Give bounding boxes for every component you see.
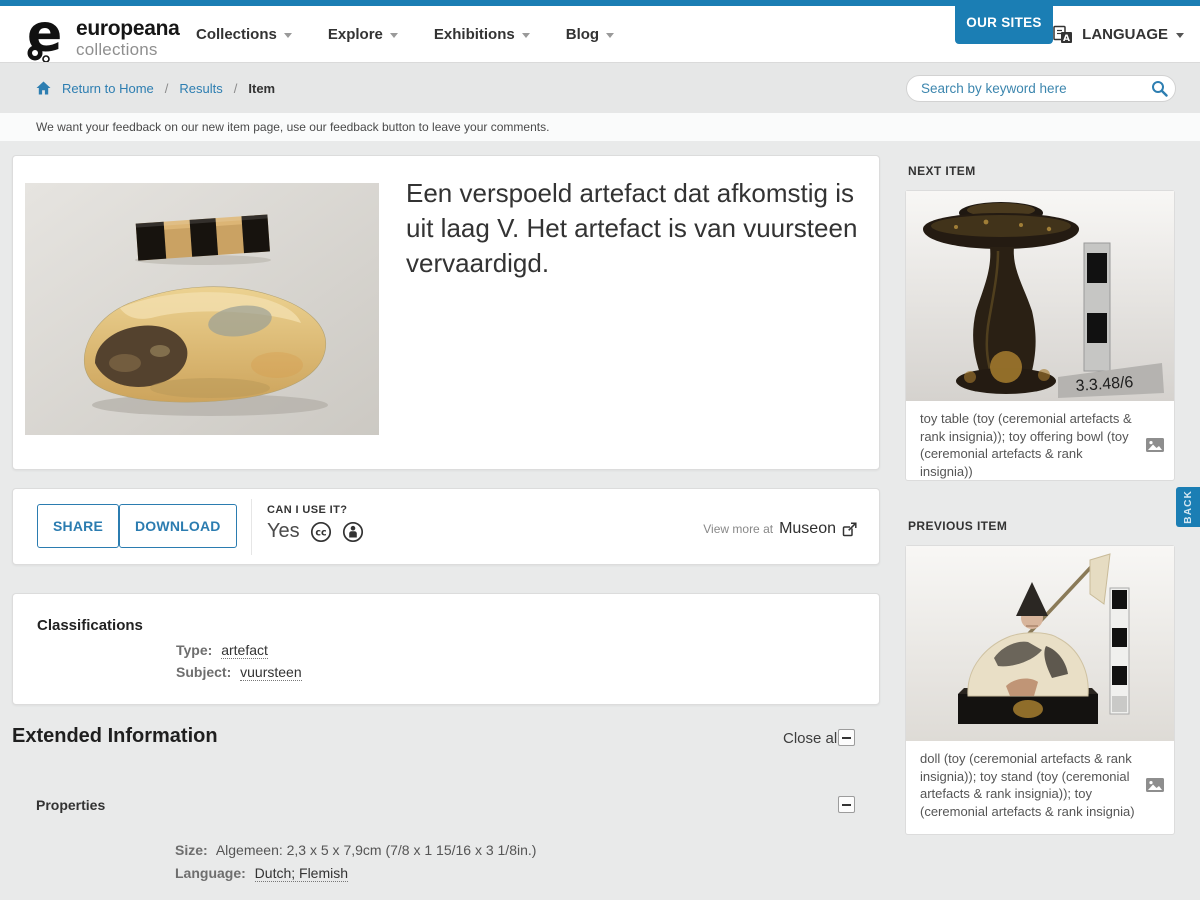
type-value-link[interactable]: artefact [221,642,268,659]
previous-item-card[interactable]: doll (toy (ceremonial artefacts & rank i… [905,545,1175,835]
our-sites-label: OUR SITES [966,15,1041,30]
breadcrumb-results-link[interactable]: Results [179,81,222,96]
provider-name: Museon [779,520,836,538]
item-card: Een verspoeld artefact dat afkomstig is … [12,155,880,470]
nav-exhibitions[interactable]: Exhibitions [434,26,530,43]
search-button[interactable] [1143,76,1175,101]
image-icon [1146,778,1164,792]
next-item-caption: toy table (toy (ceremonial artefacts & r… [920,410,1138,480]
classification-row-subject: Subject: vuursteen [176,661,302,683]
classifications-rows: Type: artefact Subject: vuursteen [176,639,302,683]
close-all-link[interactable]: Close all [783,730,841,747]
cc-license-icon[interactable]: cc [310,521,332,543]
nav-blog[interactable]: Blog [566,26,614,43]
nav-exhibitions-label: Exhibitions [434,26,515,43]
europeana-logo[interactable]: e europeana collections [26,12,180,62]
chevron-down-icon [390,33,398,38]
previous-item-label: PREVIOUS ITEM [908,519,1007,533]
previous-item-caption-row: doll (toy (ceremonial artefacts & rank i… [906,741,1174,829]
home-icon[interactable] [36,81,51,95]
previous-item-caption: doll (toy (ceremonial artefacts & rank i… [920,750,1138,820]
breadcrumb-current: Item [248,81,275,96]
our-sites-button[interactable]: OUR SITES [955,0,1053,44]
can-i-use-it-label: CAN I USE IT? [267,504,347,516]
classification-row-type: Type: artefact [176,639,302,661]
collapse-all-icon[interactable] [838,729,855,746]
view-more-prefix: View more at [703,522,773,536]
type-label: Type: [176,642,212,658]
breadcrumb-bar: Return to Home / Results / Item [0,63,1200,113]
feedback-tab-label: BACK [1183,490,1194,524]
breadcrumb-separator: / [165,81,169,96]
logo-text: europeana collections [76,12,180,58]
divider [251,499,252,555]
svg-text:A: A [1063,33,1070,43]
share-button[interactable]: SHARE [37,504,119,548]
language-label: LANGUAGE [1082,26,1168,43]
properties-heading: Properties [36,797,105,813]
chevron-down-icon [284,33,292,38]
nav-explore-label: Explore [328,26,383,43]
europeana-logo-icon: e [26,12,72,62]
language-value-link[interactable]: Dutch; Flemish [255,865,348,882]
image-icon [1146,438,1164,452]
download-button[interactable]: DOWNLOAD [119,504,237,548]
subject-label: Subject: [176,664,231,680]
feedback-notice-text: We want your feedback on our new item pa… [36,120,549,134]
next-item-caption-row: toy table (toy (ceremonial artefacts & r… [906,401,1174,489]
nav-blog-label: Blog [566,26,599,43]
breadcrumb: Return to Home / Results / Item [36,63,275,113]
feedback-notice-bar: We want your feedback on our new item pa… [0,113,1200,141]
language-menu[interactable]: A LANGUAGE [1052,6,1184,63]
next-item-card[interactable]: 3.3.48/6 toy table (toy (ceremonial arte… [905,190,1175,481]
extended-information-heading: Extended Information [12,725,218,748]
chevron-down-icon [606,33,614,38]
next-item-label: NEXT ITEM [908,164,976,178]
external-link-icon [842,522,857,537]
language-property-label: Language: [175,865,246,881]
language-icon: A [1052,25,1074,45]
next-item-image-toy-table: 3.3.48/6 [906,191,1174,401]
properties-rows: Size: Algemeen: 2,3 x 5 x 7,9cm (7/8 x 1… [175,839,536,885]
logo-line2: collections [76,41,180,58]
nav-collections[interactable]: Collections [196,26,292,43]
search-icon [1151,80,1168,97]
size-label: Size: [175,842,208,858]
can-i-use-it-value: Yes [267,520,300,543]
chevron-down-icon [1176,33,1184,38]
search-box [906,75,1176,102]
actions-card: SHARE DOWNLOAD CAN I USE IT? Yes cc View… [12,488,880,565]
nav-explore[interactable]: Explore [328,26,398,43]
chevron-down-icon [522,33,530,38]
svg-text:cc: cc [315,527,326,538]
nav-collections-label: Collections [196,26,277,43]
previous-item-image-doll [906,546,1174,741]
property-row-language: Language: Dutch; Flemish [175,862,536,885]
subject-value-link[interactable]: vuursteen [240,664,301,681]
feedback-tab[interactable]: BACK [1176,487,1200,527]
breadcrumb-home-link[interactable]: Return to Home [62,81,154,96]
size-value: Algemeen: 2,3 x 5 x 7,9cm (7/8 x 1 15/16… [216,842,537,858]
item-title: Een verspoeld artefact dat afkomstig is … [406,176,876,281]
classifications-heading: Classifications [37,617,143,634]
cc-by-attribution-icon[interactable] [342,521,364,543]
logo-line1: europeana [76,18,180,39]
property-row-size: Size: Algemeen: 2,3 x 5 x 7,9cm (7/8 x 1… [175,839,536,862]
item-image-flint-artefact[interactable] [25,183,379,435]
search-input[interactable] [907,81,1143,96]
breadcrumb-separator: / [234,81,238,96]
classifications-card: Classifications Type: artefact Subject: … [12,593,880,705]
can-i-use-it-row: Yes cc [267,520,364,543]
main-nav: Collections Explore Exhibitions Blog [196,6,614,63]
collapse-properties-icon[interactable] [838,796,855,813]
view-more-link[interactable]: View more at Museon [703,520,857,538]
